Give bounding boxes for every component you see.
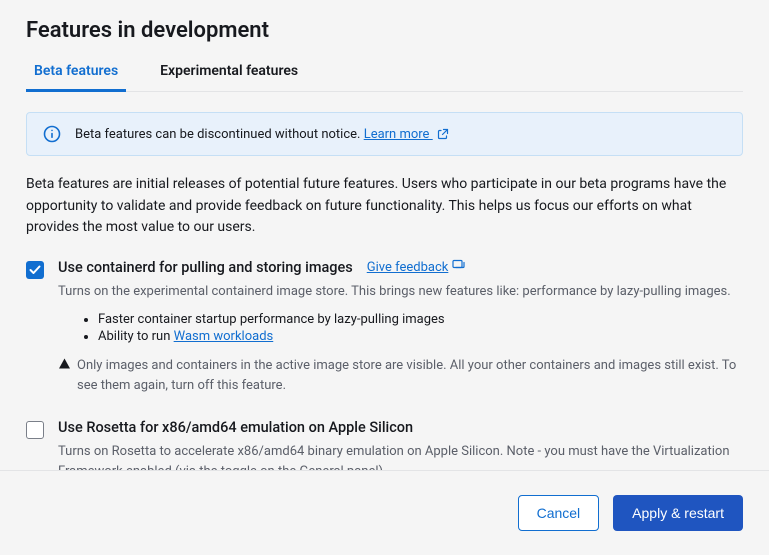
footer: Cancel Apply & restart: [0, 470, 769, 555]
warning-text: Only images and containers in the active…: [77, 356, 743, 395]
list-item: Faster container startup performance by …: [98, 312, 743, 327]
info-banner: Beta features can be discontinued withou…: [26, 112, 743, 156]
checkbox-rosetta[interactable]: [26, 421, 44, 439]
intro-text: Beta features are initial releases of po…: [26, 174, 743, 239]
checkbox-containerd[interactable]: [26, 261, 44, 279]
chat-icon: [452, 259, 465, 276]
learn-more-link[interactable]: Learn more: [364, 127, 449, 142]
feature-rosetta: Use Rosetta for x86/amd64 emulation on A…: [26, 419, 743, 470]
feature-description: Turns on the experimental containerd ima…: [58, 282, 743, 302]
tabs: Beta features Experimental features: [26, 57, 743, 92]
list-item: Ability to run Wasm workloads: [98, 329, 743, 344]
bullet-prefix: Ability to run: [98, 329, 174, 344]
give-feedback-link[interactable]: Give feedback: [367, 259, 466, 276]
feature-description: Turns on Rosetta to accelerate x86/amd64…: [58, 442, 743, 470]
warning-icon: [58, 357, 71, 377]
tab-beta-features[interactable]: Beta features: [26, 57, 126, 92]
feature-containerd: Use containerd for pulling and storing i…: [26, 259, 743, 395]
tab-experimental-features[interactable]: Experimental features: [152, 57, 306, 92]
apply-restart-button[interactable]: Apply & restart: [613, 495, 743, 531]
external-link-icon: [437, 128, 449, 140]
feature-title: Use Rosetta for x86/amd64 emulation on A…: [58, 419, 413, 436]
page-title: Features in development: [26, 18, 743, 43]
info-banner-text: Beta features can be discontinued withou…: [75, 127, 449, 142]
cancel-button[interactable]: Cancel: [518, 495, 600, 531]
give-feedback-label: Give feedback: [367, 260, 449, 275]
wasm-workloads-link[interactable]: Wasm workloads: [174, 329, 274, 344]
feature-title: Use containerd for pulling and storing i…: [58, 259, 353, 276]
feature-details: Faster container startup performance by …: [58, 312, 743, 395]
info-icon: [43, 125, 61, 143]
info-banner-message: Beta features can be discontinued withou…: [75, 127, 360, 142]
learn-more-label: Learn more: [364, 127, 430, 142]
